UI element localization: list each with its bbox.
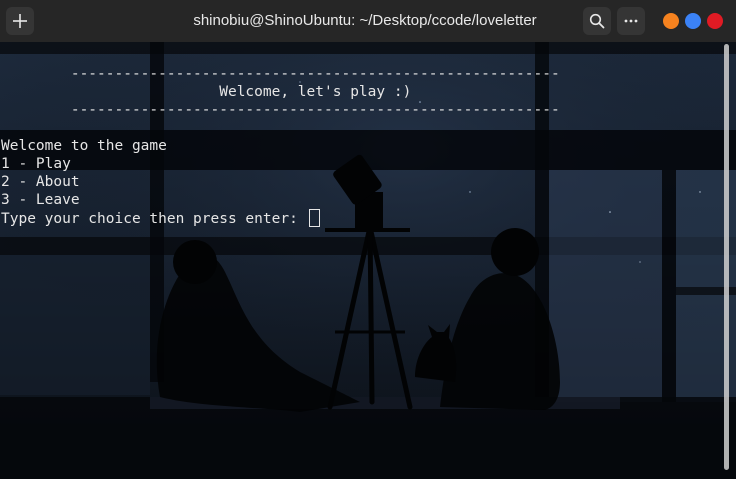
menu-button[interactable] [617, 7, 645, 35]
terminal-output: ----------------------------------------… [1, 65, 560, 227]
scrollbar[interactable] [724, 44, 729, 470]
text-cursor[interactable] [308, 209, 320, 227]
prompt-line: Type your choice then press enter: [1, 209, 560, 227]
search-button[interactable] [583, 7, 611, 35]
search-icon [589, 13, 605, 29]
window-title: shinobiu@ShinoUbuntu: ~/Desktop/ccode/lo… [193, 12, 537, 29]
menu-option-leave: 3 - Leave [1, 192, 80, 208]
menu-option-play: 1 - Play [1, 156, 71, 172]
prompt-text: Type your choice then press enter: [1, 211, 307, 227]
welcome-line: Welcome to the game [1, 138, 167, 154]
terminal-area[interactable]: ----------------------------------------… [0, 42, 736, 479]
minimize-button[interactable] [663, 13, 679, 29]
terminal-window: shinobiu@ShinoUbuntu: ~/Desktop/ccode/lo… [0, 0, 736, 479]
banner-title: Welcome, let's play :) [1, 84, 412, 100]
close-button[interactable] [707, 13, 723, 29]
new-tab-button[interactable] [6, 7, 34, 35]
menu-option-about: 2 - About [1, 174, 80, 190]
more-horizontal-icon [624, 19, 638, 23]
plus-icon [13, 14, 27, 28]
title-bar: shinobiu@ShinoUbuntu: ~/Desktop/ccode/lo… [0, 0, 736, 42]
banner-top-rule: ----------------------------------------… [1, 66, 560, 82]
banner-bottom-rule: ----------------------------------------… [1, 102, 560, 118]
maximize-button[interactable] [685, 13, 701, 29]
